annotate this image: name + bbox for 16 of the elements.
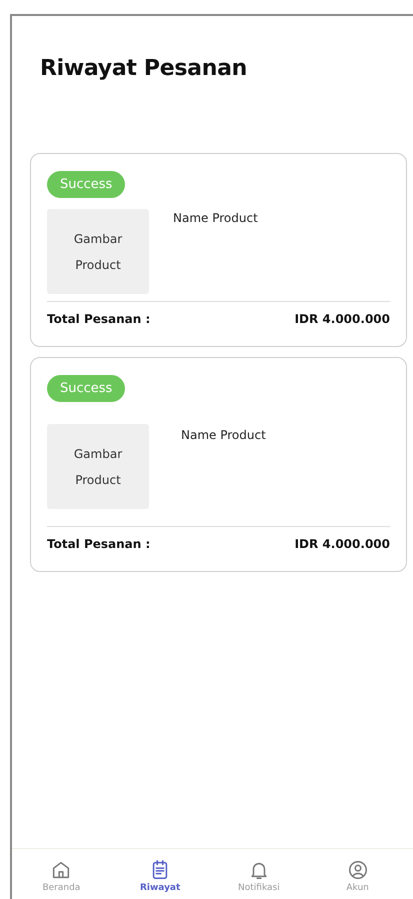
nav-tab[interactable]: Akun [322, 859, 393, 893]
placeholder-label: Gambar Product [72, 230, 124, 274]
status-badge: Success [47, 171, 126, 198]
account-icon [346, 859, 369, 881]
placeholder-label: Gambar Product [72, 446, 124, 488]
product-name: Name Product [181, 428, 266, 442]
nav-tab[interactable]: Riwayat [125, 859, 196, 893]
total-label: Total Pesanan : [47, 537, 150, 551]
total-amount: IDR 4.000.000 [294, 312, 390, 326]
status-badge: Success [47, 375, 126, 402]
page-title: Riwayat Pesanan [40, 56, 248, 81]
total-amount: IDR 4.000.000 [294, 537, 390, 551]
nav-tab[interactable]: Notifikasi [224, 859, 294, 893]
product-name: Name Product [173, 211, 258, 225]
nav-tab[interactable]: Beranda [26, 859, 96, 893]
total-label: Total Pesanan : [47, 312, 150, 326]
